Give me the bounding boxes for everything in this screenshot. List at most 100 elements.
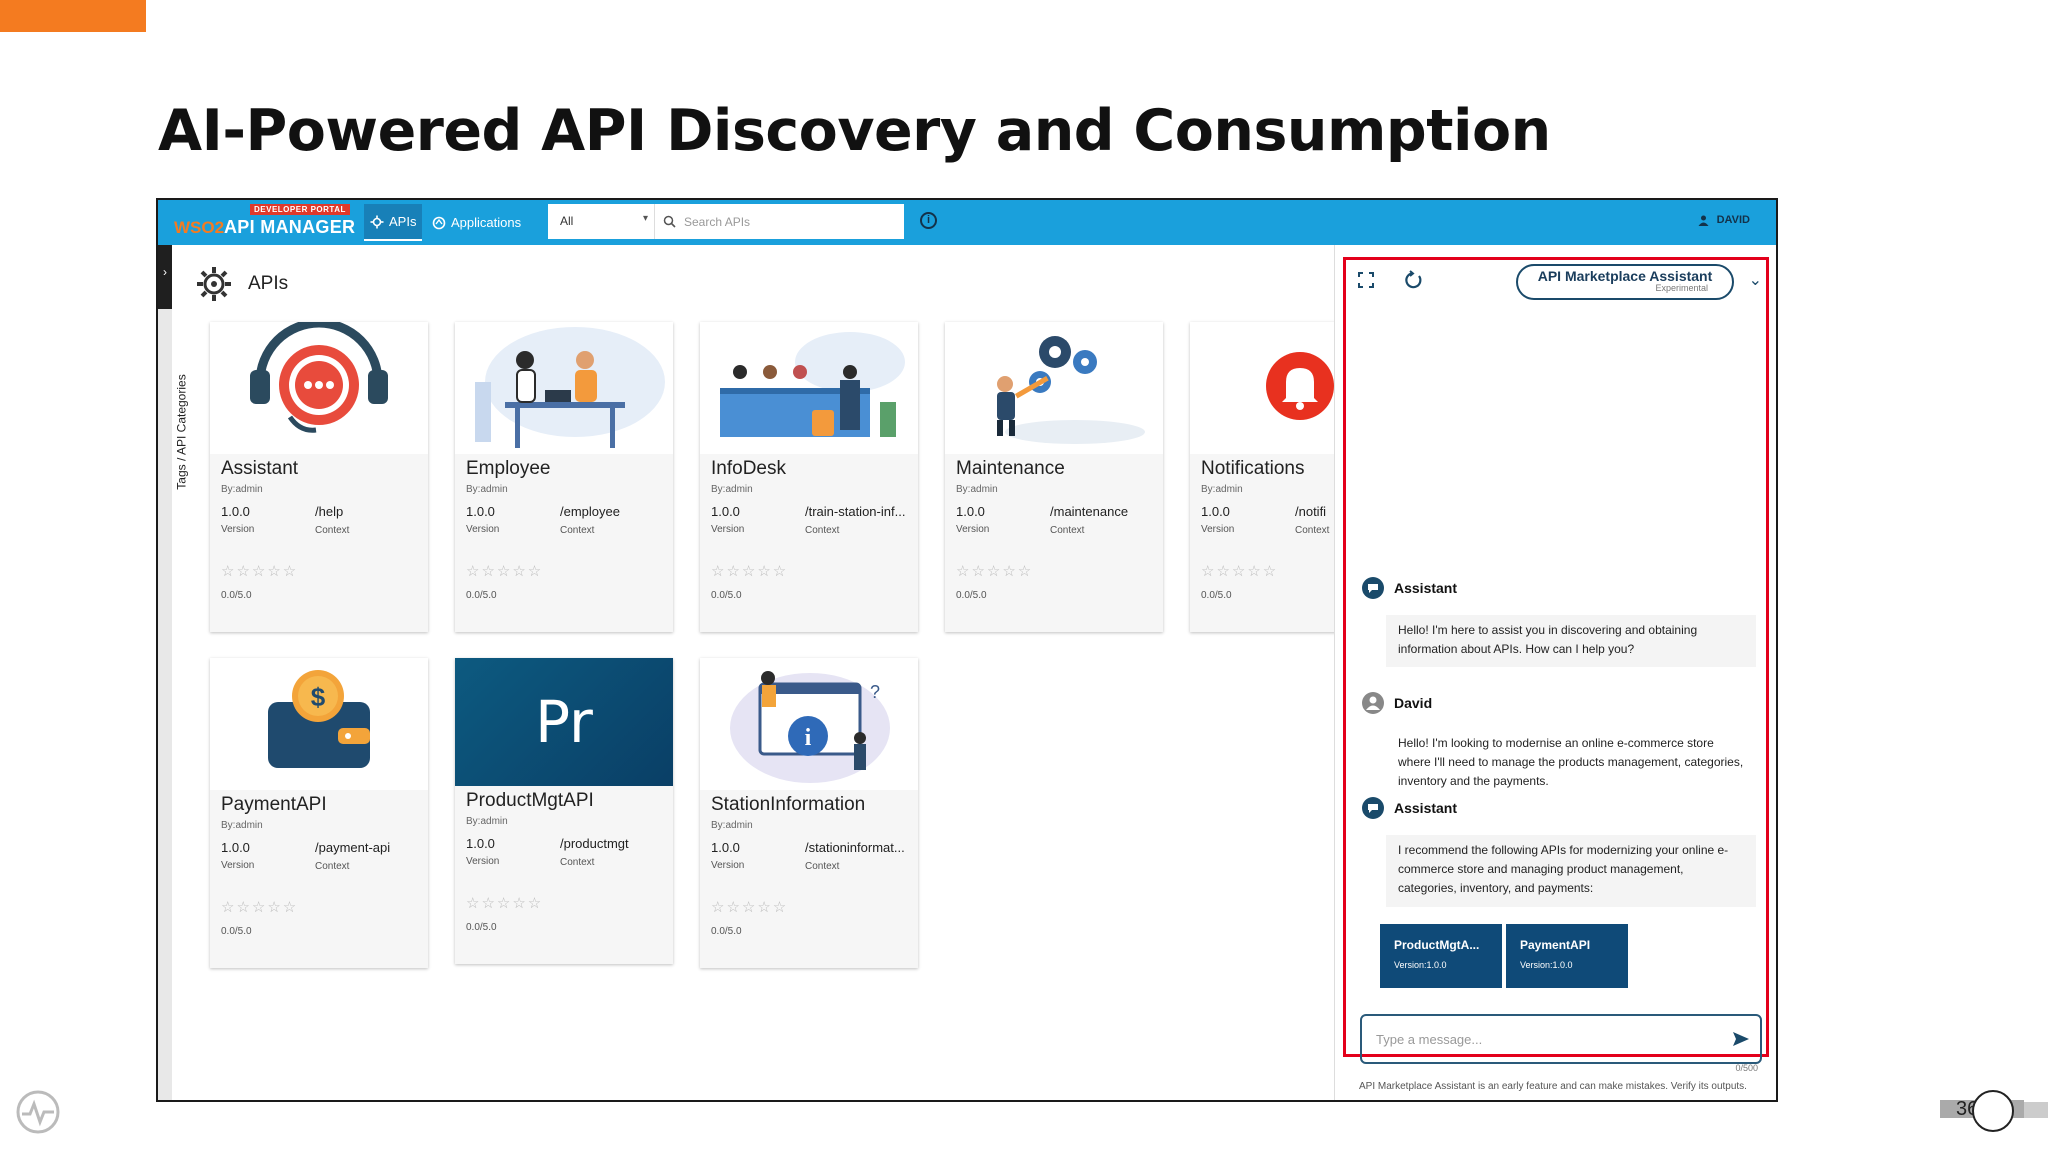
- card-version-label: Version: [711, 860, 745, 871]
- rating-stars[interactable]: ☆☆☆☆☆: [956, 562, 1033, 580]
- product-thumb-text: Pr: [535, 688, 593, 756]
- assistant-title-pill: API Marketplace Assistant Experimental: [1516, 264, 1734, 300]
- card-version: 1.0.0: [221, 840, 250, 855]
- chip-name: PaymentAPI: [1520, 938, 1591, 952]
- meeting-illustration: [475, 327, 665, 448]
- assistant-chat-panel: API Marketplace Assistant Experimental ⌄…: [1334, 245, 1776, 1100]
- chat-support-icon: [250, 322, 388, 433]
- card-version: 1.0.0: [221, 504, 250, 519]
- sidebar-toggle-button[interactable]: ›: [158, 245, 172, 309]
- chip-version: Version:1.0.0: [1520, 960, 1573, 970]
- message-header: Assistant: [1362, 797, 1457, 819]
- rating-stars[interactable]: ☆☆☆☆☆: [466, 562, 543, 580]
- expand-icon[interactable]: [1358, 272, 1374, 288]
- card-version-label: Version: [466, 524, 500, 535]
- card-version-label: Version: [466, 856, 500, 867]
- search-input[interactable]: Search APIs: [654, 204, 904, 239]
- info-icon[interactable]: i: [920, 212, 937, 229]
- api-card-paymentapi[interactable]: $ PaymentAPI By:admin 1.0.0 Version /pay…: [210, 658, 428, 968]
- card-context: /productmgt: [560, 836, 629, 851]
- card-title[interactable]: Employee: [466, 458, 551, 480]
- card-title[interactable]: Assistant: [221, 458, 298, 480]
- card-title[interactable]: ProductMgtAPI: [466, 790, 594, 812]
- brand-prefix: WSO2: [174, 218, 225, 237]
- card-context-label: Context: [805, 861, 840, 872]
- card-title[interactable]: Notifications: [1201, 458, 1305, 480]
- card-author: By:admin: [956, 484, 998, 495]
- rating-stars[interactable]: ☆☆☆☆☆: [221, 562, 298, 580]
- card-author: By:admin: [466, 484, 508, 495]
- search-icon: [663, 215, 676, 228]
- card-title[interactable]: StationInformation: [711, 794, 865, 816]
- rating-stars[interactable]: ☆☆☆☆☆: [221, 898, 298, 916]
- recommended-api-chip[interactable]: ProductMgtA... Version:1.0.0: [1380, 924, 1502, 988]
- card-author: By:admin: [711, 484, 753, 495]
- recommended-api-chip[interactable]: PaymentAPI Version:1.0.0: [1506, 924, 1628, 988]
- sidebar-vertical-label: Tags / API Categories: [174, 374, 189, 490]
- chip-version: Version:1.0.0: [1394, 960, 1447, 970]
- send-icon[interactable]: [1732, 1030, 1750, 1048]
- top-navigation-bar: DEVELOPER PORTAL WSO2 API MANAGER APIs A…: [158, 200, 1776, 245]
- nav-applications-button[interactable]: Applications: [426, 204, 527, 241]
- user-avatar-icon: [1362, 692, 1384, 714]
- card-title[interactable]: PaymentAPI: [221, 794, 327, 816]
- rating-stars[interactable]: ☆☆☆☆☆: [711, 562, 788, 580]
- api-card-employee[interactable]: Employee By:admin 1.0.0 Version /employe…: [455, 322, 673, 632]
- card-context: /payment-api: [315, 840, 391, 855]
- filter-select[interactable]: All ▾: [548, 204, 654, 239]
- message-header: Assistant: [1362, 577, 1457, 599]
- api-card-productmgtapi[interactable]: Pr ProductMgtAPI By:admin 1.0.0 Version …: [455, 658, 673, 964]
- card-author: By:admin: [221, 484, 263, 495]
- card-author: By:admin: [711, 820, 753, 831]
- card-thumbnail: i?: [700, 658, 918, 790]
- rating-stars[interactable]: ☆☆☆☆☆: [711, 898, 788, 916]
- card-rating: 0.0/5.0: [711, 590, 742, 601]
- refresh-icon[interactable]: [1404, 270, 1424, 290]
- card-thumbnail: $: [210, 658, 428, 790]
- message-input[interactable]: Type a message...: [1360, 1014, 1762, 1064]
- user-menu[interactable]: DAVID: [1698, 214, 1750, 226]
- chevron-down-icon[interactable]: ⌄: [1749, 270, 1762, 290]
- slide: AI-Powered API Discovery and Consumption…: [0, 0, 2048, 1152]
- brand-logo[interactable]: DEVELOPER PORTAL WSO2 API MANAGER: [174, 204, 364, 240]
- svg-text:$: $: [311, 682, 326, 712]
- applications-icon: [432, 216, 446, 229]
- message-sender: Assistant: [1394, 800, 1458, 816]
- card-context: /stationinformat...: [805, 840, 905, 855]
- api-card-infodesk[interactable]: InfoDesk By:admin 1.0.0 Version /train-s…: [700, 322, 918, 632]
- card-thumbnail: [945, 322, 1163, 454]
- card-thumbnail: [455, 322, 673, 454]
- developer-portal-badge: DEVELOPER PORTAL: [250, 204, 350, 215]
- rating-stars[interactable]: ☆☆☆☆☆: [466, 894, 543, 912]
- card-title[interactable]: InfoDesk: [711, 458, 786, 480]
- card-title[interactable]: Maintenance: [956, 458, 1065, 480]
- svg-text:i: i: [805, 725, 812, 751]
- svg-text:?: ?: [870, 682, 880, 702]
- info-desk-illustration: [720, 332, 905, 437]
- api-card-maintenance[interactable]: Maintenance By:admin 1.0.0 Version /main…: [945, 322, 1163, 632]
- message-sender: Assistant: [1394, 580, 1458, 596]
- user-name: DAVID: [1716, 214, 1750, 226]
- card-version: 1.0.0: [711, 840, 740, 855]
- categories-sidebar: › Tags / API Categories: [158, 245, 189, 1100]
- card-context: /maintenance: [1050, 504, 1129, 519]
- gear-icon: [370, 215, 384, 228]
- card-context-label: Context: [560, 857, 595, 868]
- card-rating: 0.0/5.0: [221, 590, 252, 601]
- nav-apis-button[interactable]: APIs: [364, 204, 423, 241]
- card-version: 1.0.0: [711, 504, 740, 519]
- assistant-disclaimer: API Marketplace Assistant is an early fe…: [1359, 1081, 1747, 1092]
- message-sender: David: [1394, 695, 1433, 711]
- api-card-stationinformation[interactable]: i? StationInformation By:admin 1.0.0 Ver…: [700, 658, 918, 968]
- api-card-assistant[interactable]: Assistant By:admin 1.0.0 Version /help C…: [210, 322, 428, 632]
- brand-name: API MANAGER: [224, 217, 356, 237]
- card-context-label: Context: [1050, 525, 1085, 536]
- card-version-label: Version: [711, 524, 745, 535]
- footer-logo-icon: [16, 1090, 60, 1134]
- nav-apis-label: APIs: [389, 214, 417, 229]
- card-version: 1.0.0: [1201, 504, 1230, 519]
- card-context-label: Context: [560, 525, 595, 536]
- card-rating: 0.0/5.0: [466, 590, 497, 601]
- chevron-down-icon: ▾: [642, 213, 648, 224]
- rating-stars[interactable]: ☆☆☆☆☆: [1201, 562, 1278, 580]
